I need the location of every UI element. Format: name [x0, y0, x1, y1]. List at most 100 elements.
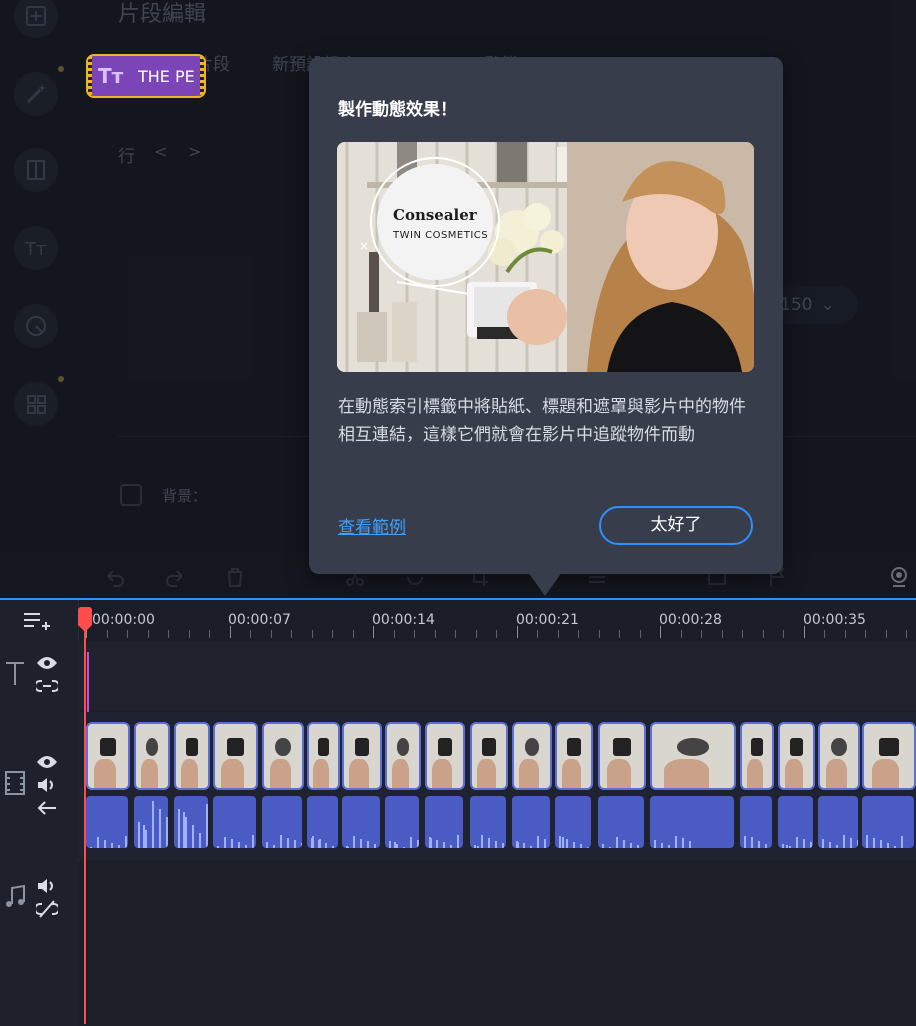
audio-waveform[interactable] — [470, 796, 506, 848]
audio-waveform[interactable] — [213, 796, 256, 848]
waveform-peak — [143, 825, 145, 848]
waveform-peak — [661, 842, 663, 848]
eye-icon[interactable] — [36, 656, 58, 670]
ruler-tick — [168, 630, 169, 638]
volume-icon[interactable] — [36, 777, 58, 793]
audio-waveform[interactable] — [862, 796, 914, 848]
title-clip-text: THE PE — [138, 67, 195, 86]
video-clip[interactable] — [134, 722, 170, 790]
video-clip[interactable] — [213, 722, 258, 790]
clip-thumbnail — [562, 759, 581, 788]
audio-waveform[interactable] — [555, 796, 591, 848]
clip-thumbnail — [477, 759, 496, 788]
video-clip[interactable] — [86, 722, 130, 790]
link-icon[interactable] — [36, 678, 58, 694]
video-clip[interactable] — [862, 722, 916, 790]
audio-waveform[interactable] — [174, 796, 208, 848]
add-track-icon[interactable] — [22, 610, 52, 632]
waveform-peak — [782, 843, 784, 848]
eye-icon[interactable] — [36, 755, 58, 769]
audio-track[interactable] — [78, 862, 916, 1026]
audio-waveform[interactable] — [425, 796, 463, 848]
volume-icon[interactable] — [36, 878, 58, 894]
audio-waveform[interactable] — [740, 796, 772, 848]
clip-trim-handle[interactable] — [200, 56, 204, 96]
waveform-peak — [537, 836, 539, 848]
background-checkbox[interactable] — [120, 484, 142, 506]
timecode-label: 00:00:14 — [372, 612, 435, 628]
audio-waveform[interactable] — [650, 796, 734, 848]
video-clip[interactable] — [740, 722, 774, 790]
size-dropdown[interactable]: 150 ⌄ — [770, 286, 858, 324]
video-clip[interactable] — [385, 722, 421, 790]
video-clip[interactable] — [470, 722, 508, 790]
title-clip[interactable]: Tт THE PE — [86, 54, 206, 98]
undo-icon[interactable] — [104, 566, 126, 588]
chevron-left-icon[interactable]: < — [154, 142, 167, 161]
stickers-icon[interactable] — [14, 304, 58, 348]
ruler-tick — [229, 626, 231, 638]
ok-button[interactable]: 太好了 — [599, 506, 753, 545]
waveform-peak — [829, 842, 831, 848]
video-clip[interactable] — [512, 722, 552, 790]
webcam-icon[interactable] — [888, 566, 910, 588]
audio-waveform[interactable] — [262, 796, 302, 848]
ruler-tick — [701, 630, 702, 638]
chevron-right-icon[interactable]: > — [188, 142, 201, 161]
import-icon[interactable] — [14, 0, 58, 38]
audio-waveform[interactable] — [86, 796, 128, 848]
waveform-peak — [287, 837, 289, 848]
video-clip[interactable] — [342, 722, 382, 790]
audio-waveform[interactable] — [778, 796, 813, 848]
waveform-peak — [630, 842, 632, 848]
audio-waveform[interactable] — [385, 796, 419, 848]
more-tools-icon[interactable] — [14, 382, 58, 426]
audio-waveform[interactable] — [342, 796, 380, 848]
delete-icon[interactable] — [224, 566, 246, 588]
video-clip[interactable] — [598, 722, 646, 790]
clip-thumbnail — [613, 738, 631, 756]
ruler-tick — [803, 626, 805, 638]
waveform-peak — [822, 839, 824, 848]
audio-waveform[interactable] — [134, 796, 168, 848]
video-clip[interactable] — [425, 722, 465, 790]
see-example-link[interactable]: 查看範例 — [338, 513, 406, 538]
waveform-peak — [389, 841, 391, 848]
time-ruler[interactable] — [78, 600, 916, 642]
waveform-peak — [668, 845, 670, 848]
ruler-tick — [352, 630, 354, 638]
arrow-left-icon[interactable] — [36, 800, 58, 816]
magic-wand-icon[interactable] — [14, 72, 58, 116]
video-clip[interactable] — [650, 722, 736, 790]
audio-waveform[interactable] — [512, 796, 550, 848]
waveform-peak — [637, 845, 639, 848]
ruler-tick — [475, 630, 477, 638]
clip-trim-handle[interactable] — [88, 56, 92, 96]
video-clip[interactable] — [174, 722, 210, 790]
audio-waveform[interactable] — [598, 796, 644, 848]
audio-waveform[interactable] — [818, 796, 858, 848]
video-clip[interactable] — [778, 722, 815, 790]
waveform-peak — [836, 844, 838, 848]
waveform-peak — [347, 846, 349, 848]
redo-icon[interactable] — [164, 566, 186, 588]
video-clip[interactable] — [262, 722, 304, 790]
clip-thumbnail — [349, 759, 370, 788]
ruler-tick — [721, 630, 723, 638]
ruler-tick — [209, 630, 210, 638]
unlink-icon[interactable] — [36, 900, 58, 918]
waveform-peak — [245, 844, 247, 848]
audio-waveform[interactable] — [307, 796, 338, 848]
ruler-tick — [496, 630, 497, 638]
titles-icon[interactable]: Tт — [14, 226, 58, 270]
ruler-tick — [762, 630, 764, 638]
waveform-peak — [319, 838, 321, 848]
waveform-peak — [477, 846, 479, 848]
video-clip[interactable] — [555, 722, 593, 790]
video-clip[interactable] — [818, 722, 860, 790]
transitions-icon[interactable] — [14, 148, 58, 192]
waveform-peak — [374, 844, 376, 848]
title-track[interactable] — [78, 642, 916, 710]
waveform-peak — [294, 840, 296, 848]
video-clip[interactable] — [307, 722, 340, 790]
